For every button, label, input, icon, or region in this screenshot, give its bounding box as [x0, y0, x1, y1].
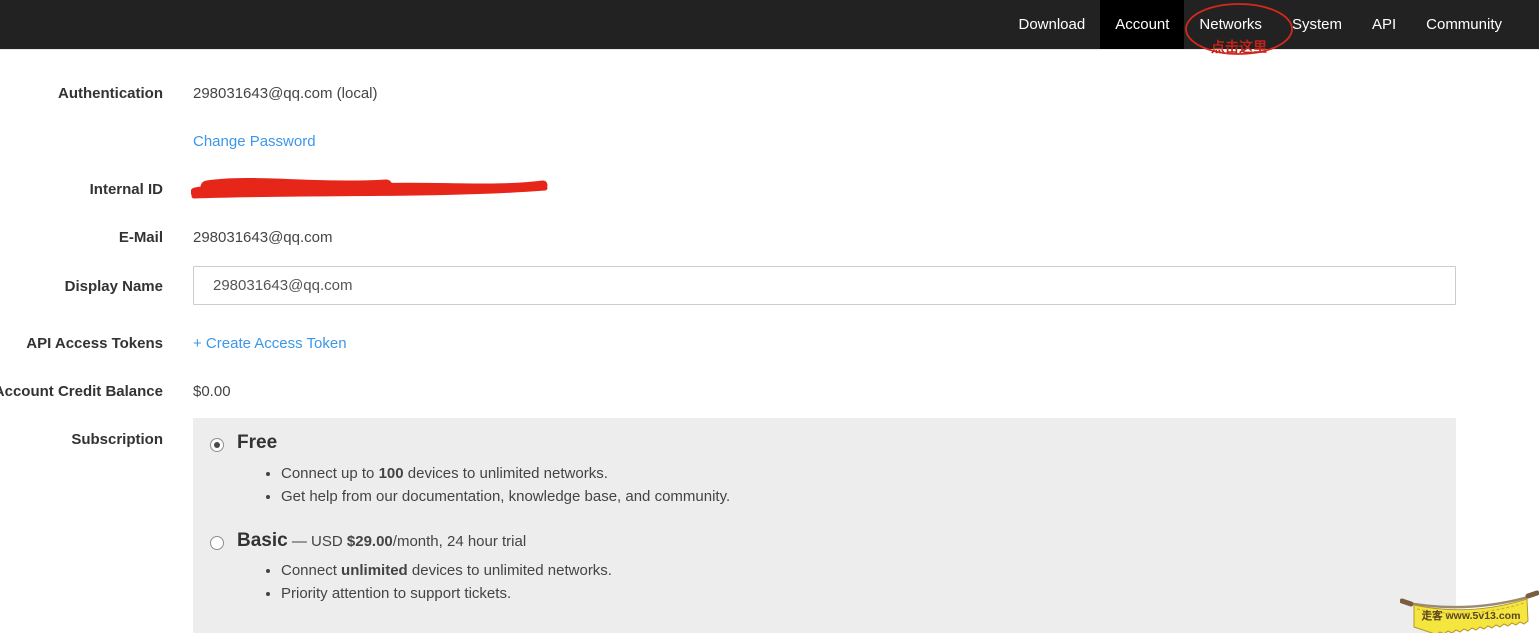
account-credit-balance-label: Account Credit Balance [0, 383, 163, 400]
display-name-label: Display Name [65, 278, 163, 295]
free-plan-bullets: Connect up to 100 devices to unlimited n… [281, 462, 730, 508]
create-access-token-link[interactable]: + Create Access Token [193, 335, 347, 352]
free-plan-name: Free [237, 432, 277, 453]
email-label: E-Mail [119, 229, 163, 246]
internal-id-label: Internal ID [90, 181, 163, 198]
display-name-input[interactable] [193, 266, 1456, 305]
nav-item-download[interactable]: Download [1004, 0, 1101, 49]
subscription-panel: Free Connect up to 100 devices to unlimi… [193, 418, 1456, 633]
account-credit-balance-value: $0.00 [193, 383, 231, 400]
basic-plan-radio[interactable] [210, 536, 224, 550]
nav-item-api[interactable]: API [1357, 0, 1411, 49]
top-nav: Download Account Networks System API Com… [0, 0, 1539, 50]
free-plan-bullet: Get help from our documentation, knowled… [281, 485, 730, 508]
basic-plan-bullet: Connect unlimited devices to unlimited n… [281, 559, 612, 582]
free-plan-title: Free [237, 432, 277, 454]
free-plan-bullet: Connect up to 100 devices to unlimited n… [281, 462, 730, 485]
email-value: 298031643@qq.com [193, 229, 333, 246]
basic-plan-bullets: Connect unlimited devices to unlimited n… [281, 559, 612, 605]
basic-plan-name: Basic [237, 530, 288, 551]
radio-dot-icon [214, 442, 220, 448]
banner-rod-right-icon [1528, 593, 1537, 596]
nav-item-system[interactable]: System [1277, 0, 1357, 49]
subscription-label: Subscription [71, 431, 163, 448]
change-password-link[interactable]: Change Password [193, 133, 316, 150]
nav-item-account[interactable]: Account [1100, 0, 1184, 49]
nav-item-community[interactable]: Community [1411, 0, 1517, 49]
basic-plan-title: Basic — USD $29.00/month, 24 hour trial [237, 530, 526, 552]
free-plan-radio[interactable] [210, 438, 224, 452]
nav-item-networks[interactable]: Networks [1184, 0, 1277, 49]
authentication-value: 298031643@qq.com (local) [193, 85, 378, 102]
authentication-label: Authentication [58, 85, 163, 102]
basic-plan-bullet: Priority attention to support tickets. [281, 582, 612, 605]
internal-id-redaction-scribble [191, 173, 549, 203]
api-access-tokens-label: API Access Tokens [26, 335, 163, 352]
